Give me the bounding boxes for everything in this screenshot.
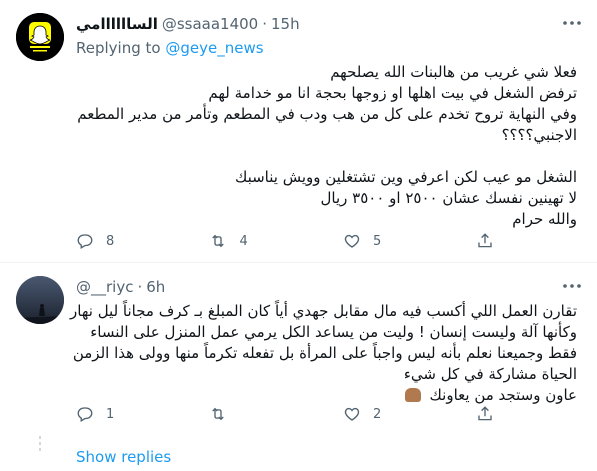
show-replies-link[interactable]: Show replies: [76, 448, 171, 466]
avatar[interactable]: [16, 13, 64, 61]
tweet-text-line: لا تهينين نفسك عشان ٢٥٠٠ او ٣٥٠٠ ريال: [320, 189, 578, 207]
display-name[interactable]: الساااااامي: [76, 15, 158, 33]
reply-icon: [77, 407, 93, 422]
reply-count: 1: [106, 406, 115, 422]
avatar[interactable]: [16, 276, 64, 324]
share-button[interactable]: [476, 232, 516, 250]
reply-button[interactable]: 8: [76, 232, 209, 250]
tweet-text-line: والله حرام: [512, 210, 577, 228]
reply-button[interactable]: 1: [76, 405, 209, 423]
timestamp[interactable]: 15h: [271, 15, 300, 33]
like-count: 2: [372, 406, 382, 422]
heart-icon: [344, 234, 360, 248]
tweet-text-line: الاجنبي؟؟؟؟: [501, 126, 577, 144]
tweet-text-line: فقط وجميعنا نعلم بأنه ليس واجباً على الم…: [72, 344, 577, 362]
heart-icon: [344, 407, 360, 421]
reply-count: 8: [106, 233, 115, 249]
snapchat-ghost-icon: [16, 13, 64, 61]
reply-icon: [77, 234, 93, 249]
replying-prefix: Replying to: [76, 39, 161, 57]
retweet-count: 4: [239, 233, 248, 249]
tweet-text-line: الحياة مشاركة في كل شيء: [403, 365, 577, 383]
retweet-icon: [212, 234, 225, 248]
separator-dot: ·: [137, 278, 143, 296]
retweet-button[interactable]: [209, 405, 342, 423]
like-button[interactable]: 5: [343, 232, 476, 250]
tweet-text-segment: عاون وستجد من يعاونك: [429, 386, 577, 404]
tweet-actions: 1 2: [76, 404, 516, 424]
tweet-text-line: وفي النهاية تروح تخدم على كل من هب ودب ف…: [77, 105, 577, 123]
timestamp[interactable]: 6h: [146, 278, 165, 296]
tweet-text-gap: [76, 146, 577, 167]
tweet-text-line: فعلا شي غريب من هالبنات الله يصلحهم: [330, 63, 577, 81]
share-icon: [478, 406, 493, 421]
tweet-text-line: ترفض الشغل في بيت اهلها او زوجها بحجة ان…: [208, 84, 577, 102]
handle[interactable]: @ssaaa1400: [162, 15, 258, 33]
tweet-text-line: عاون وستجد من يعاونك: [76, 385, 577, 406]
tweet-text: تقارن العمل اللي أكسب فيه مال مقابل جهدي…: [70, 301, 577, 406]
thread-dots: [39, 436, 41, 458]
tweet-actions: 8 4 5: [76, 231, 516, 251]
like-count: 5: [372, 233, 382, 249]
more-icon[interactable]: [561, 16, 583, 32]
separator-dot: ·: [262, 15, 268, 33]
flexed-hand-emoji-icon: [404, 388, 421, 402]
tweet-text-line: تقارن العمل اللي أكسب فيه مال مقابل جهدي…: [70, 302, 577, 320]
tweet[interactable]: الساااااامي @ssaaa1400 · 15h Replying to…: [0, 0, 597, 262]
silhouette-photo-icon: [16, 276, 64, 324]
tweet-header: الساااااامي @ssaaa1400 · 15h: [76, 14, 557, 34]
tweet-text-line: الشغل مو عيب لكن اعرفي وين تشتغلين وويش …: [234, 168, 577, 186]
more-icon[interactable]: [561, 279, 583, 295]
retweet-button[interactable]: 4: [209, 232, 342, 250]
handle[interactable]: @__riyc: [76, 278, 133, 296]
tweet[interactable]: @__riyc · 6h تقارن العمل اللي أكسب فيه م…: [0, 263, 597, 471]
like-button[interactable]: 2: [343, 405, 476, 423]
share-button[interactable]: [476, 405, 516, 423]
tweet-header: @__riyc · 6h: [76, 277, 557, 297]
mention-link[interactable]: @geye_news: [165, 39, 263, 57]
tweet-text: فعلا شي غريب من هالبنات الله يصلحهم ترفض…: [76, 62, 577, 230]
share-icon: [478, 233, 493, 248]
retweet-icon: [212, 407, 225, 421]
replying-to: Replying to @geye_news: [76, 39, 264, 57]
tweet-text-line: وكأنها آلة وليست إنسان ! وليت من يساعد ا…: [90, 323, 577, 341]
